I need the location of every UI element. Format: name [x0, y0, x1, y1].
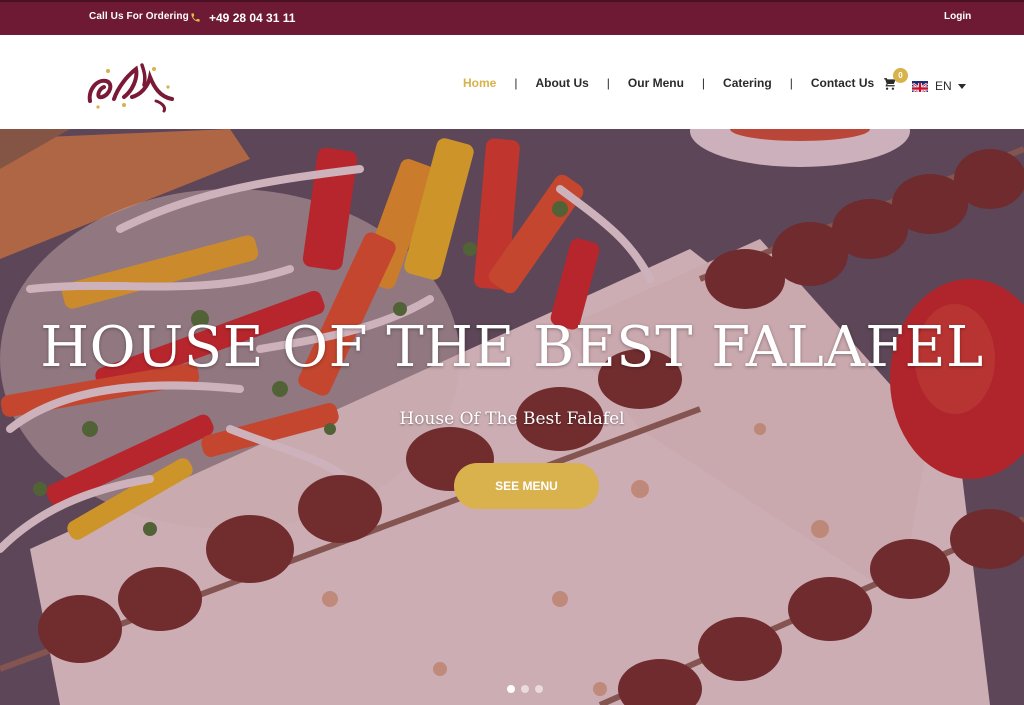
main-nav: Home | About Us | Our Menu | Catering | …	[463, 76, 874, 90]
nav-item-about-us[interactable]: About Us	[535, 76, 588, 90]
slide-dot-2[interactable]	[521, 685, 529, 693]
logo[interactable]	[84, 57, 176, 113]
nav-item-catering[interactable]: Catering	[723, 76, 772, 90]
see-menu-button[interactable]: SEE MENU	[454, 463, 599, 509]
slide-dot-1[interactable]	[507, 685, 515, 693]
slide-dot-3[interactable]	[535, 685, 543, 693]
chevron-down-icon	[957, 83, 966, 89]
nav-item-home[interactable]: Home	[463, 76, 496, 90]
uk-flag-icon	[912, 80, 928, 92]
language-selector[interactable]: EN	[912, 79, 966, 93]
call-us-label: Call Us For Ordering	[89, 11, 189, 22]
hero-subtitle: House Of The Best Falafel	[399, 409, 625, 429]
nav-item-contact-us[interactable]: Contact Us	[811, 76, 874, 90]
nav-divider: |	[606, 76, 610, 90]
slider-pagination	[507, 685, 549, 693]
nav-item-our-menu[interactable]: Our Menu	[628, 76, 684, 90]
phone-number-link[interactable]: +49 28 04 31 11	[209, 11, 295, 25]
language-label: EN	[935, 79, 952, 93]
hero-slider: HOUSE OF THE BEST FALAFEL House Of The B…	[0, 129, 1024, 705]
site-header: Home | About Us | Our Menu | Catering | …	[0, 35, 1024, 129]
top-bar: Call Us For Ordering +49 28 04 31 11 Log…	[0, 0, 1024, 35]
nav-divider: |	[514, 76, 518, 90]
login-link[interactable]: Login	[944, 11, 971, 22]
nav-divider: |	[789, 76, 793, 90]
hero-title: HOUSE OF THE BEST FALAFEL	[40, 315, 984, 380]
nav-divider: |	[701, 76, 706, 90]
phone-icon	[190, 12, 201, 23]
cart-count-badge: 0	[893, 68, 908, 83]
